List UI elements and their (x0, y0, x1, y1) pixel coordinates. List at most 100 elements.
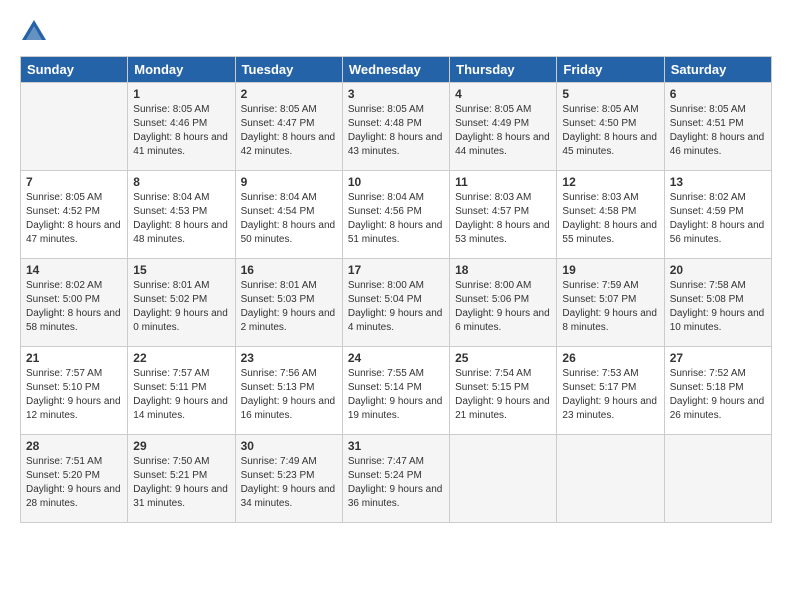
day-info: Sunrise: 8:04 AM Sunset: 4:54 PM Dayligh… (241, 191, 337, 247)
sunrise-label: Sunrise: 8:05 AM (26, 192, 102, 203)
calendar-cell: 23 Sunrise: 7:56 AM Sunset: 5:13 PM Dayl… (235, 347, 342, 435)
day-info: Sunrise: 8:03 AM Sunset: 4:57 PM Dayligh… (455, 191, 551, 247)
calendar-cell: 27 Sunrise: 7:52 AM Sunset: 5:18 PM Dayl… (664, 347, 771, 435)
daylight-label: Daylight: 9 hours and 36 minutes. (348, 484, 443, 509)
day-info: Sunrise: 8:05 AM Sunset: 4:51 PM Dayligh… (670, 103, 766, 159)
calendar-cell: 25 Sunrise: 7:54 AM Sunset: 5:15 PM Dayl… (450, 347, 557, 435)
calendar-cell (557, 435, 664, 523)
day-info: Sunrise: 8:04 AM Sunset: 4:53 PM Dayligh… (133, 191, 229, 247)
daylight-label: Daylight: 8 hours and 43 minutes. (348, 132, 443, 157)
daylight-label: Daylight: 8 hours and 58 minutes. (26, 308, 121, 333)
daylight-label: Daylight: 9 hours and 12 minutes. (26, 396, 121, 421)
day-number: 29 (133, 439, 229, 453)
sunrise-label: Sunrise: 7:50 AM (133, 456, 209, 467)
day-number: 15 (133, 263, 229, 277)
sunset-label: Sunset: 5:14 PM (348, 382, 422, 393)
sunset-label: Sunset: 4:56 PM (348, 206, 422, 217)
sunset-label: Sunset: 4:52 PM (26, 206, 100, 217)
daylight-label: Daylight: 9 hours and 31 minutes. (133, 484, 228, 509)
weekday-header: Monday (128, 57, 235, 83)
calendar-cell: 5 Sunrise: 8:05 AM Sunset: 4:50 PM Dayli… (557, 83, 664, 171)
sunset-label: Sunset: 5:23 PM (241, 470, 315, 481)
sunset-label: Sunset: 4:59 PM (670, 206, 744, 217)
calendar-cell: 3 Sunrise: 8:05 AM Sunset: 4:48 PM Dayli… (342, 83, 449, 171)
calendar-cell (21, 83, 128, 171)
sunrise-label: Sunrise: 7:59 AM (562, 280, 638, 291)
sunrise-label: Sunrise: 7:53 AM (562, 368, 638, 379)
sunrise-label: Sunrise: 8:00 AM (348, 280, 424, 291)
calendar-cell: 24 Sunrise: 7:55 AM Sunset: 5:14 PM Dayl… (342, 347, 449, 435)
sunset-label: Sunset: 5:18 PM (670, 382, 744, 393)
calendar-row: 21 Sunrise: 7:57 AM Sunset: 5:10 PM Dayl… (21, 347, 772, 435)
day-info: Sunrise: 8:05 AM Sunset: 4:49 PM Dayligh… (455, 103, 551, 159)
sunrise-label: Sunrise: 7:52 AM (670, 368, 746, 379)
sunrise-label: Sunrise: 8:01 AM (241, 280, 317, 291)
weekday-header: Friday (557, 57, 664, 83)
sunset-label: Sunset: 5:10 PM (26, 382, 100, 393)
day-number: 19 (562, 263, 658, 277)
day-number: 31 (348, 439, 444, 453)
header (20, 18, 772, 46)
daylight-label: Daylight: 9 hours and 6 minutes. (455, 308, 550, 333)
daylight-label: Daylight: 8 hours and 44 minutes. (455, 132, 550, 157)
daylight-label: Daylight: 8 hours and 53 minutes. (455, 220, 550, 245)
weekday-header: Thursday (450, 57, 557, 83)
day-info: Sunrise: 7:50 AM Sunset: 5:21 PM Dayligh… (133, 455, 229, 511)
sunset-label: Sunset: 5:02 PM (133, 294, 207, 305)
day-info: Sunrise: 8:05 AM Sunset: 4:46 PM Dayligh… (133, 103, 229, 159)
sunrise-label: Sunrise: 7:56 AM (241, 368, 317, 379)
calendar-cell: 16 Sunrise: 8:01 AM Sunset: 5:03 PM Dayl… (235, 259, 342, 347)
sunrise-label: Sunrise: 7:57 AM (133, 368, 209, 379)
daylight-label: Daylight: 9 hours and 0 minutes. (133, 308, 228, 333)
weekday-header: Wednesday (342, 57, 449, 83)
daylight-label: Daylight: 9 hours and 34 minutes. (241, 484, 336, 509)
day-number: 20 (670, 263, 766, 277)
calendar-cell: 21 Sunrise: 7:57 AM Sunset: 5:10 PM Dayl… (21, 347, 128, 435)
calendar-cell: 2 Sunrise: 8:05 AM Sunset: 4:47 PM Dayli… (235, 83, 342, 171)
calendar-cell: 14 Sunrise: 8:02 AM Sunset: 5:00 PM Dayl… (21, 259, 128, 347)
day-info: Sunrise: 7:49 AM Sunset: 5:23 PM Dayligh… (241, 455, 337, 511)
calendar-cell: 7 Sunrise: 8:05 AM Sunset: 4:52 PM Dayli… (21, 171, 128, 259)
sunrise-label: Sunrise: 8:05 AM (455, 104, 531, 115)
sunset-label: Sunset: 4:48 PM (348, 118, 422, 129)
day-info: Sunrise: 7:59 AM Sunset: 5:07 PM Dayligh… (562, 279, 658, 335)
day-info: Sunrise: 7:56 AM Sunset: 5:13 PM Dayligh… (241, 367, 337, 423)
daylight-label: Daylight: 8 hours and 55 minutes. (562, 220, 657, 245)
sunset-label: Sunset: 5:08 PM (670, 294, 744, 305)
day-info: Sunrise: 7:58 AM Sunset: 5:08 PM Dayligh… (670, 279, 766, 335)
daylight-label: Daylight: 9 hours and 26 minutes. (670, 396, 765, 421)
daylight-label: Daylight: 8 hours and 45 minutes. (562, 132, 657, 157)
page: SundayMondayTuesdayWednesdayThursdayFrid… (0, 0, 792, 533)
day-info: Sunrise: 7:54 AM Sunset: 5:15 PM Dayligh… (455, 367, 551, 423)
sunrise-label: Sunrise: 8:05 AM (670, 104, 746, 115)
day-number: 30 (241, 439, 337, 453)
daylight-label: Daylight: 8 hours and 51 minutes. (348, 220, 443, 245)
sunset-label: Sunset: 5:07 PM (562, 294, 636, 305)
calendar-cell: 13 Sunrise: 8:02 AM Sunset: 4:59 PM Dayl… (664, 171, 771, 259)
sunset-label: Sunset: 5:24 PM (348, 470, 422, 481)
calendar-cell: 8 Sunrise: 8:04 AM Sunset: 4:53 PM Dayli… (128, 171, 235, 259)
calendar-cell: 1 Sunrise: 8:05 AM Sunset: 4:46 PM Dayli… (128, 83, 235, 171)
day-number: 11 (455, 175, 551, 189)
sunset-label: Sunset: 5:13 PM (241, 382, 315, 393)
daylight-label: Daylight: 8 hours and 41 minutes. (133, 132, 228, 157)
weekday-header: Sunday (21, 57, 128, 83)
calendar-cell: 9 Sunrise: 8:04 AM Sunset: 4:54 PM Dayli… (235, 171, 342, 259)
day-info: Sunrise: 7:55 AM Sunset: 5:14 PM Dayligh… (348, 367, 444, 423)
calendar-cell (664, 435, 771, 523)
daylight-label: Daylight: 9 hours and 23 minutes. (562, 396, 657, 421)
day-number: 14 (26, 263, 122, 277)
day-info: Sunrise: 7:47 AM Sunset: 5:24 PM Dayligh… (348, 455, 444, 511)
weekday-header: Tuesday (235, 57, 342, 83)
sunset-label: Sunset: 4:53 PM (133, 206, 207, 217)
sunrise-label: Sunrise: 8:05 AM (133, 104, 209, 115)
day-number: 23 (241, 351, 337, 365)
calendar-cell: 4 Sunrise: 8:05 AM Sunset: 4:49 PM Dayli… (450, 83, 557, 171)
daylight-label: Daylight: 8 hours and 50 minutes. (241, 220, 336, 245)
sunrise-label: Sunrise: 8:03 AM (562, 192, 638, 203)
day-number: 18 (455, 263, 551, 277)
sunrise-label: Sunrise: 7:51 AM (26, 456, 102, 467)
day-info: Sunrise: 8:02 AM Sunset: 4:59 PM Dayligh… (670, 191, 766, 247)
sunrise-label: Sunrise: 8:04 AM (348, 192, 424, 203)
day-info: Sunrise: 8:05 AM Sunset: 4:48 PM Dayligh… (348, 103, 444, 159)
